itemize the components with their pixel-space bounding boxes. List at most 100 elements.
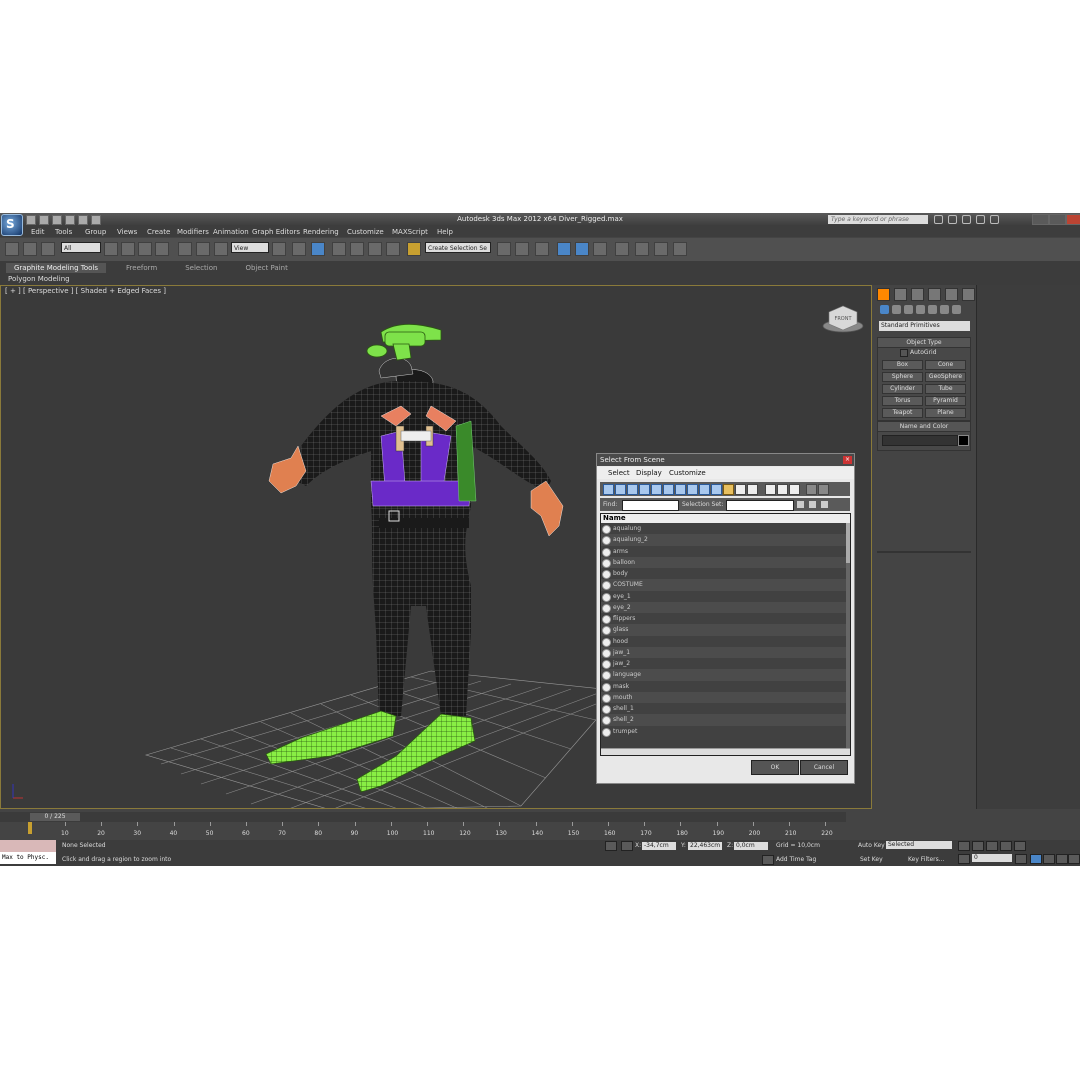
rotate-icon[interactable]: [196, 242, 210, 256]
ok-button[interactable]: OK: [751, 760, 799, 775]
list-item[interactable]: mouth: [601, 691, 850, 703]
autogrid-checkbox[interactable]: [900, 349, 908, 357]
binoculars-icon[interactable]: [934, 215, 943, 224]
subscription-icon[interactable]: [948, 215, 957, 224]
time-slider-frame[interactable]: 0 / 225: [30, 813, 80, 821]
go-to-end-icon[interactable]: [1014, 841, 1026, 851]
list-item[interactable]: aqualung: [601, 523, 850, 534]
tube-button[interactable]: Tube: [925, 384, 966, 394]
menu-edit[interactable]: Edit: [31, 228, 45, 236]
add-to-set-icon[interactable]: [821, 501, 828, 508]
sphere-button[interactable]: Sphere: [882, 372, 923, 382]
filter-options-icon[interactable]: [818, 484, 829, 495]
primitive-category-dropdown[interactable]: Standard Primitives: [879, 321, 970, 331]
time-slider[interactable]: 0 / 225: [0, 812, 846, 822]
x-coordinate-field[interactable]: -34,7cm: [642, 842, 676, 850]
display-invert-icon[interactable]: [777, 484, 788, 495]
tab-selection[interactable]: Selection: [177, 263, 225, 273]
bind-spacewarp-icon[interactable]: [41, 242, 55, 256]
list-item[interactable]: language: [601, 669, 850, 681]
list-item[interactable]: shell_2: [601, 714, 850, 726]
z-coordinate-field[interactable]: 0,0cm: [734, 842, 768, 850]
list-item[interactable]: eye_2: [601, 601, 850, 613]
help-icon[interactable]: [990, 215, 999, 224]
display-xrefs-icon[interactable]: [687, 484, 698, 495]
display-cameras-icon[interactable]: [639, 484, 650, 495]
list-horizontal-scrollbar[interactable]: [601, 748, 850, 755]
scene-object-list[interactable]: Name aqualung aqualung_2 arms balloon body CO…: [600, 513, 851, 756]
list-item[interactable]: glass: [601, 624, 850, 636]
display-tab-icon[interactable]: [945, 288, 958, 301]
plane-button[interactable]: Plane: [925, 408, 966, 418]
key-icon[interactable]: [838, 847, 848, 855]
zoom-all-icon[interactable]: [1043, 854, 1055, 864]
tab-freeform[interactable]: Freeform: [118, 263, 165, 273]
absolute-transform-icon[interactable]: [621, 841, 633, 851]
list-item[interactable]: jaw_1: [601, 646, 850, 658]
list-item[interactable]: jaw_2: [601, 658, 850, 669]
systems-icon[interactable]: [952, 305, 961, 314]
menu-customize[interactable]: Customize: [347, 228, 384, 236]
search-input[interactable]: Type a keyword or phrase: [828, 215, 928, 224]
current-frame-field[interactable]: 0: [972, 854, 1012, 862]
list-item[interactable]: eye_1: [601, 591, 850, 602]
remove-set-icon[interactable]: [809, 501, 816, 508]
set-key-button[interactable]: Set Key: [860, 856, 883, 863]
menu-animation[interactable]: Animation: [213, 228, 249, 236]
tab-object-paint[interactable]: Object Paint: [237, 263, 295, 273]
track-bar[interactable]: 10 20 30 40 50 60 70 80 90 100 110 120 130 140 150 160 1…: [0, 822, 846, 840]
display-helpers-icon[interactable]: [651, 484, 662, 495]
select-object-icon[interactable]: [104, 242, 118, 256]
application-button[interactable]: S: [1, 214, 23, 236]
menu-help[interactable]: Help: [437, 228, 453, 236]
display-frozen-icon[interactable]: [723, 484, 734, 495]
cameras-icon[interactable]: [916, 305, 925, 314]
window-crossing-icon[interactable]: [155, 242, 169, 256]
add-time-tag-icon[interactable]: [762, 855, 774, 865]
favorites-star-icon[interactable]: [976, 215, 985, 224]
display-hidden-icon[interactable]: [735, 484, 746, 495]
time-cursor[interactable]: [28, 822, 32, 834]
rendered-frame-window-icon[interactable]: [654, 242, 668, 256]
list-vertical-scrollbar[interactable]: [846, 523, 850, 755]
object-color-swatch[interactable]: [958, 435, 969, 446]
named-selection-set-dropdown[interactable]: Create Selection Se: [425, 242, 491, 253]
key-mode-toggle-icon[interactable]: [958, 854, 970, 864]
maxscript-mini-listener-pink[interactable]: [0, 840, 56, 852]
list-item[interactable]: arms: [601, 546, 850, 557]
spinner-snap-icon[interactable]: [386, 242, 400, 256]
selection-lock-icon[interactable]: [605, 841, 617, 851]
menu-create[interactable]: Create: [147, 228, 170, 236]
display-containers-icon[interactable]: [711, 484, 722, 495]
auto-key-button[interactable]: Auto Key: [858, 842, 885, 849]
display-groups-icon[interactable]: [675, 484, 686, 495]
find-input[interactable]: [622, 500, 679, 511]
scale-icon[interactable]: [214, 242, 228, 256]
display-none-icon[interactable]: [765, 484, 776, 495]
unlink-icon[interactable]: [23, 242, 37, 256]
zoom-icon[interactable]: [1030, 854, 1042, 864]
next-frame-icon[interactable]: [1000, 841, 1012, 851]
mirror-icon[interactable]: [497, 242, 511, 256]
move-icon[interactable]: [178, 242, 192, 256]
restore-button[interactable]: [1049, 214, 1066, 225]
helpers-icon[interactable]: [928, 305, 937, 314]
add-time-tag[interactable]: Add Time Tag: [776, 856, 816, 863]
key-mode-dropdown[interactable]: Selected: [886, 841, 952, 849]
keyboard-shortcut-override-icon[interactable]: [311, 242, 325, 256]
edit-named-selection-icon[interactable]: [407, 242, 421, 256]
motion-tab-icon[interactable]: [928, 288, 941, 301]
list-item[interactable]: flippers: [601, 613, 850, 624]
selection-set-dropdown[interactable]: [726, 500, 794, 511]
percent-snap-icon[interactable]: [368, 242, 382, 256]
menu-maxscript[interactable]: MAXScript: [392, 228, 428, 236]
previous-frame-icon[interactable]: [972, 841, 984, 851]
menu-modifiers[interactable]: Modifiers: [177, 228, 209, 236]
list-item[interactable]: hood: [601, 636, 850, 647]
layer-manager-icon[interactable]: [535, 242, 549, 256]
spacewarps-icon[interactable]: [940, 305, 949, 314]
menu-tools[interactable]: Tools: [55, 228, 72, 236]
reference-coordinate-dropdown[interactable]: View: [231, 242, 269, 253]
object-type-title[interactable]: Object Type: [878, 338, 970, 348]
dialog-close-button[interactable]: ×: [843, 456, 852, 464]
